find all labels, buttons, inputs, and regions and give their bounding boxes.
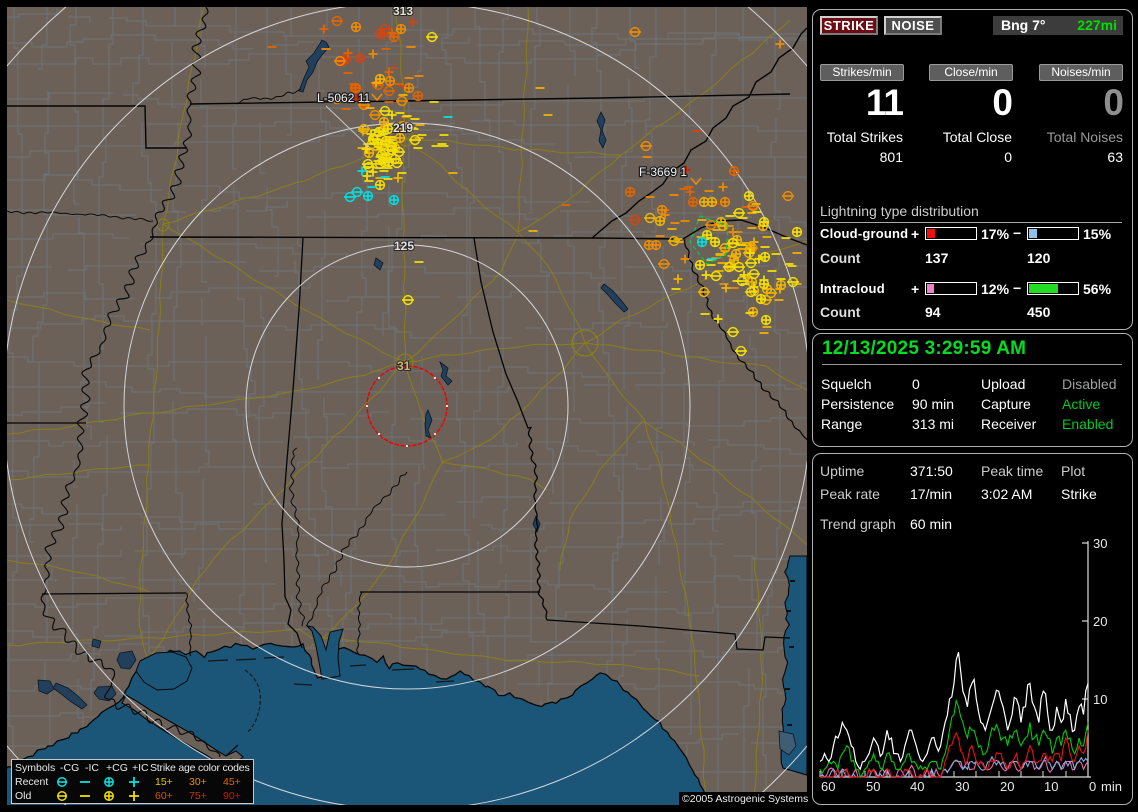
svg-text:0: 0 xyxy=(1089,779,1096,794)
svg-text:10: 10 xyxy=(1044,779,1058,794)
svg-text:50: 50 xyxy=(866,779,880,794)
svg-text:60: 60 xyxy=(821,779,835,794)
svg-text:20: 20 xyxy=(1000,779,1014,794)
svg-text:20: 20 xyxy=(1093,614,1107,629)
svg-text:40: 40 xyxy=(910,779,924,794)
svg-text:10: 10 xyxy=(1093,692,1107,707)
svg-text:min: min xyxy=(1101,779,1122,794)
svg-text:30: 30 xyxy=(1093,536,1107,551)
svg-text:30: 30 xyxy=(955,779,969,794)
